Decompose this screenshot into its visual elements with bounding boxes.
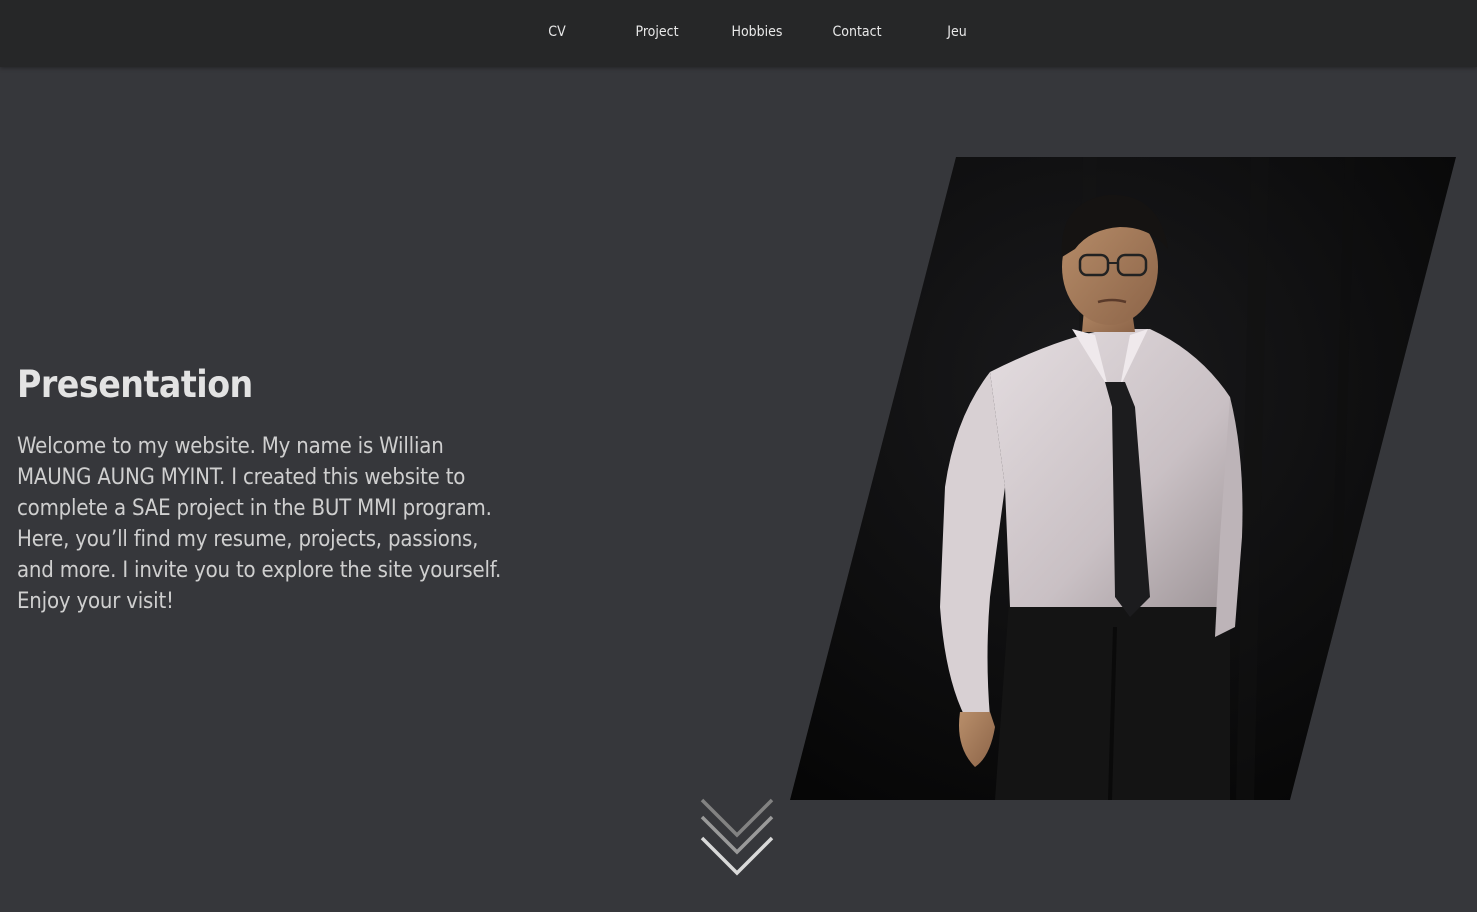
nav-link-project[interactable]: Project xyxy=(607,22,707,42)
nav-link-cv[interactable]: CV xyxy=(507,22,607,42)
double-chevron-down-icon[interactable] xyxy=(697,795,777,881)
profile-photo xyxy=(790,157,1456,800)
nav-link-jeu[interactable]: Jeu xyxy=(907,22,1007,42)
nav-link-contact[interactable]: Contact xyxy=(807,22,907,42)
presentation-text: Welcome to my website. My name is Willia… xyxy=(17,434,502,614)
nav-link-hobbies[interactable]: Hobbies xyxy=(707,22,807,42)
top-navbar: CV Project Hobbies Contact Jeu xyxy=(0,0,1477,67)
presentation-title: Presentation xyxy=(17,363,253,406)
